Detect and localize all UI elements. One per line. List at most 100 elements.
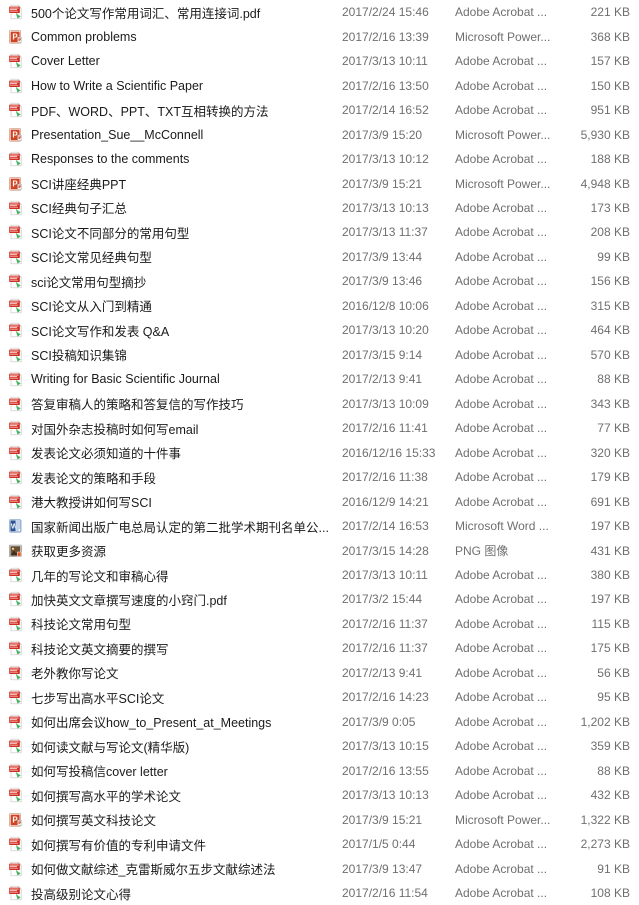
file-name[interactable]: 发表论文的策略和手段 <box>31 468 342 487</box>
file-row[interactable]: 如何出席会议how_to_Present_at_Meetings 2017/3/9… <box>0 709 639 735</box>
file-name[interactable]: 国家新闻出版广电总局认定的第二批学术期刊名单公... <box>31 517 342 536</box>
file-row[interactable]: 发表论文的策略和手段 2017/2/16 11:38 Adobe Acrobat .… <box>0 464 639 490</box>
file-name[interactable]: Presentation_Sue__McConnell <box>31 128 342 142</box>
file-size: 99 KB <box>597 249 630 264</box>
file-name[interactable]: SCI论文常见经典句型 <box>31 247 342 266</box>
file-name[interactable]: Common problems <box>31 30 342 44</box>
file-row[interactable]: P Presentation_Sue__McConnell 2017/3/9 15:… <box>0 122 639 147</box>
file-name[interactable]: SCI讲座经典PPT <box>31 174 342 193</box>
file-row[interactable]: SCI经典句子汇总 2017/3/13 10:13 Adobe Acrobat ..… <box>0 195 639 221</box>
file-size: 173 KB <box>590 200 630 215</box>
file-name[interactable]: 发表论文必须知道的十件事 <box>31 443 342 462</box>
file-name[interactable]: sci论文常用句型摘抄 <box>31 272 342 291</box>
file-name[interactable]: Responses to the comments <box>31 152 342 166</box>
file-name[interactable]: SCI经典句子汇总 <box>31 198 342 217</box>
file-modified-date: 2017/3/13 10:13 <box>342 788 429 803</box>
file-row[interactable]: 科技论文英文摘要的撰写 2017/2/16 11:37 Adobe Acrobat … <box>0 636 639 661</box>
file-row[interactable]: 七步写出高水平SCI论文 2017/2/16 14:23 Adobe Acrobat… <box>0 685 639 710</box>
file-type: Adobe Acrobat ... <box>455 763 548 778</box>
file-row[interactable]: P 如何撰写英文科技论文 2017/3/9 15:21 Microsoft Power… <box>0 807 639 832</box>
file-row[interactable]: 获取更多资源 2017/3/15 14:28 PNG 图像 431 KB <box>0 538 639 563</box>
file-row[interactable]: SCI论文从入门到精通 2016/12/8 10:06 Adobe Acrobat … <box>0 293 639 319</box>
file-row[interactable]: 答复审稿人的策略和答复信的写作技巧 2017/3/13 10:09 Adobe Ac… <box>0 391 639 416</box>
file-list-details-view[interactable]: 500个论文写作常用词汇、常用连接词.pdf 2017/2/24 15:46 Ado… <box>0 0 639 905</box>
file-type: Adobe Acrobat ... <box>455 372 548 387</box>
file-modified-date: 2017/2/16 13:50 <box>342 78 429 93</box>
file-row[interactable]: How to Write a Scientific Paper 2017/2/16… <box>0 73 639 98</box>
file-name[interactable]: 老外教你写论文 <box>31 663 342 682</box>
file-name[interactable]: 七步写出高水平SCI论文 <box>31 688 342 707</box>
file-row[interactable]: SCI论文常见经典句型 2017/3/9 13:44 Adobe Acrobat .… <box>0 244 639 270</box>
file-name[interactable]: SCI论文从入门到精通 <box>31 296 342 315</box>
pdf-file-icon <box>5 396 26 412</box>
file-name[interactable]: 500个论文写作常用词汇、常用连接词.pdf <box>31 3 342 22</box>
pdf-file-icon <box>5 102 26 118</box>
file-row[interactable]: 老外教你写论文 2017/2/13 9:41 Adobe Acrobat ... 56… <box>0 660 639 686</box>
file-modified-date: 2016/12/16 15:33 <box>342 445 436 460</box>
file-row[interactable]: 加快英文文章撰写速度的小窍门.pdf 2017/3/2 15:44 Adobe Ac… <box>0 587 639 612</box>
file-row[interactable]: Writing for Basic Scientific Journal 2017… <box>0 367 639 392</box>
file-row[interactable]: SCI投稿知识集锦 2017/3/15 9:14 Adobe Acrobat ...… <box>0 342 639 368</box>
file-name[interactable]: SCI论文不同部分的常用句型 <box>31 223 342 242</box>
pdf-file-icon <box>5 224 26 240</box>
file-size: 95 KB <box>597 690 630 705</box>
file-name[interactable]: 如何撰写高水平的学术论文 <box>31 786 342 805</box>
pdf-file-icon <box>5 591 26 607</box>
file-row[interactable]: 对国外杂志投稿时如何写email 2017/2/16 11:41 Adobe Acr… <box>0 415 639 441</box>
file-modified-date: 2017/3/9 15:21 <box>342 176 423 191</box>
file-type: Adobe Acrobat ... <box>455 861 548 876</box>
file-row[interactable]: Responses to the comments 2017/3/13 10:12… <box>0 146 639 172</box>
file-name[interactable]: 投高级别论文心得 <box>31 884 342 903</box>
file-row[interactable]: 如何写投稿信cover letter 2017/2/16 13:55 Adobe A… <box>0 758 639 783</box>
powerpoint-file-icon: P <box>5 812 26 828</box>
file-row[interactable]: 科技论文常用句型 2017/2/16 11:37 Adobe Acrobat ...… <box>0 611 639 637</box>
file-name[interactable]: 如何撰写有价值的专利申请文件 <box>31 835 342 854</box>
file-row[interactable]: 投高级别论文心得 2017/2/16 11:54 Adobe Acrobat ...… <box>0 880 639 905</box>
file-name[interactable]: 如何做文献综述_克雷斯威尔五步文献综述法 <box>31 859 342 878</box>
file-name[interactable]: 如何撰写英文科技论文 <box>31 810 342 829</box>
file-name[interactable]: 港大教授讲如何写SCI <box>31 492 342 511</box>
file-name[interactable]: 科技论文常用句型 <box>31 614 342 633</box>
file-row[interactable]: 港大教授讲如何写SCI 2016/12/9 14:21 Adobe Acrobat … <box>0 489 639 514</box>
file-row[interactable]: 如何读文献与写论文(精华版) 2017/3/13 10:15 Adobe Acrob… <box>0 734 639 759</box>
pdf-file-icon <box>5 665 26 681</box>
file-name[interactable]: Cover Letter <box>31 54 342 68</box>
file-type: Adobe Acrobat ... <box>455 592 548 607</box>
file-name[interactable]: 科技论文英文摘要的撰写 <box>31 639 342 658</box>
file-row[interactable]: 如何撰写有价值的专利申请文件 2017/1/5 0:44 Adobe Acrobat… <box>0 831 639 857</box>
file-size: 1,202 KB <box>580 714 630 729</box>
file-name[interactable]: SCI论文写作和发表 Q&A <box>31 321 342 340</box>
file-row[interactable]: SCI论文写作和发表 Q&A 2017/3/13 10:20 Adobe Acrob… <box>0 318 639 343</box>
file-size: 432 KB <box>590 788 630 803</box>
file-name[interactable]: 对国外杂志投稿时如何写email <box>31 419 342 438</box>
file-type: Adobe Acrobat ... <box>455 274 548 289</box>
file-size: 197 KB <box>590 519 630 534</box>
pdf-file-icon <box>5 347 26 363</box>
file-row[interactable]: SCI论文不同部分的常用句型 2017/3/13 11:37 Adobe Acrob… <box>0 220 639 245</box>
pdf-file-icon <box>5 445 26 461</box>
file-name[interactable]: SCI投稿知识集锦 <box>31 345 342 364</box>
file-name[interactable]: 如何读文献与写论文(精华版) <box>31 737 342 756</box>
file-row[interactable]: sci论文常用句型摘抄 2017/3/9 13:46 Adobe Acrobat .… <box>0 269 639 294</box>
file-row[interactable]: 如何撰写高水平的学术论文 2017/3/13 10:13 Adobe Acrobat… <box>0 783 639 808</box>
file-type: Adobe Acrobat ... <box>455 103 548 118</box>
file-name[interactable]: PDF、WORD、PPT、TXT互相转换的方法 <box>31 101 342 120</box>
file-row[interactable]: Cover Letter 2017/3/13 10:11 Adobe Acrobat… <box>0 48 639 74</box>
file-name[interactable]: 几年的写论文和审稿心得 <box>31 566 342 585</box>
file-name[interactable]: 如何写投稿信cover letter <box>31 761 342 780</box>
file-row[interactable]: W 国家新闻出版广电总局认定的第二批学术期刊名单公... 2017/2/14 16:… <box>0 513 639 539</box>
file-name[interactable]: 答复审稿人的策略和答复信的写作技巧 <box>31 394 342 413</box>
file-row[interactable]: 几年的写论文和审稿心得 2017/3/13 10:11 Adobe Acrobat … <box>0 562 639 588</box>
file-row[interactable]: 如何做文献综述_克雷斯威尔五步文献综述法 2017/3/9 13:47 Adobe … <box>0 856 639 881</box>
file-modified-date: 2017/3/15 14:28 <box>342 543 429 558</box>
file-row[interactable]: 500个论文写作常用词汇、常用连接词.pdf 2017/2/24 15:46 Ado… <box>0 0 639 25</box>
file-row[interactable]: P SCI讲座经典PPT 2017/3/9 15:21 Microsoft Power… <box>0 171 639 196</box>
file-row[interactable]: 发表论文必须知道的十件事 2016/12/16 15:33 Adobe Acroba… <box>0 440 639 465</box>
file-name[interactable]: How to Write a Scientific Paper <box>31 79 342 93</box>
file-name[interactable]: 获取更多资源 <box>31 541 342 560</box>
file-row[interactable]: P Common problems 2017/2/16 13:39 Microsoft… <box>0 24 639 49</box>
file-row[interactable]: PDF、WORD、PPT、TXT互相转换的方法 2017/2/14 16:52 Ad… <box>0 97 639 123</box>
file-name[interactable]: Writing for Basic Scientific Journal <box>31 372 342 386</box>
file-name[interactable]: 加快英文文章撰写速度的小窍门.pdf <box>31 590 342 609</box>
file-name[interactable]: 如何出席会议how_to_Present_at_Meetings <box>31 712 342 731</box>
